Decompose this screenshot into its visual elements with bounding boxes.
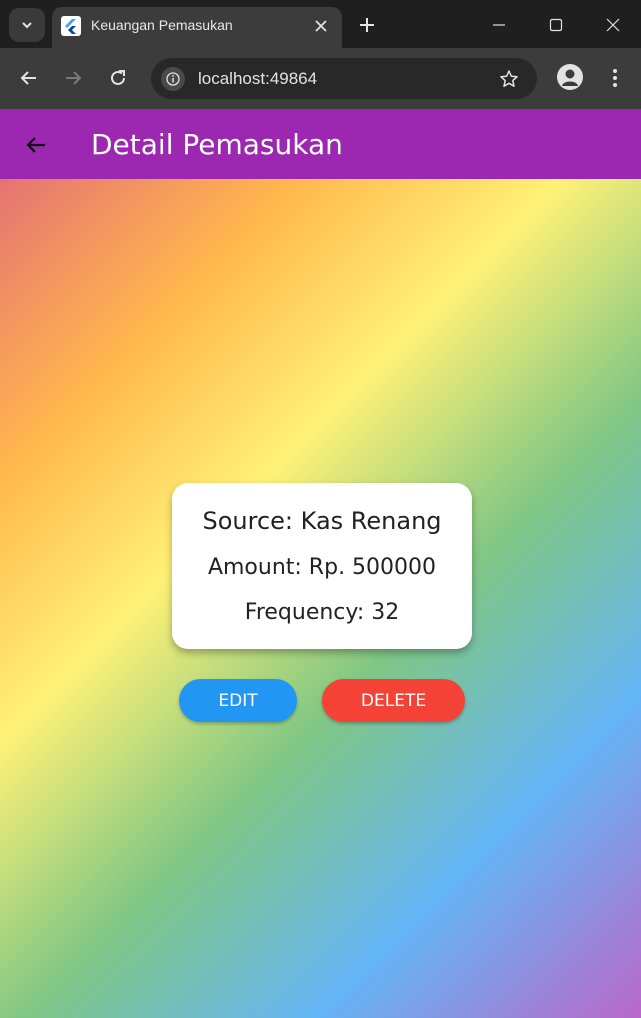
arrow-left-icon (26, 137, 45, 153)
maximize-button[interactable] (536, 8, 576, 42)
browser-tab-strip: Keuangan Pemasukan (0, 0, 641, 48)
reload-button[interactable] (104, 64, 132, 92)
maximize-icon (549, 18, 563, 32)
arrow-left-icon (20, 71, 36, 85)
flutter-icon (61, 16, 81, 36)
edit-button[interactable]: EDIT (179, 679, 297, 722)
close-icon[interactable] (310, 15, 332, 37)
minimize-icon (493, 24, 505, 26)
delete-button[interactable]: DELETE (322, 679, 465, 722)
source-text: Source: Kas Renang (202, 507, 442, 535)
arrow-right-icon (66, 71, 82, 85)
app-bar: Detail Pemasukan (0, 109, 641, 179)
profile-button[interactable] (557, 64, 583, 90)
info-icon[interactable] (161, 67, 185, 91)
reload-icon (111, 70, 125, 85)
amount-text: Amount: Rp. 500000 (207, 555, 437, 580)
back-nav-button[interactable] (15, 64, 43, 92)
close-window-button[interactable] (593, 8, 633, 42)
forward-nav-button[interactable] (59, 64, 87, 92)
person-icon (562, 69, 578, 86)
tab-list-button[interactable] (9, 8, 45, 42)
star-icon[interactable] (497, 67, 521, 91)
new-tab-button[interactable] (355, 13, 379, 37)
content-area: Source: Kas Renang Amount: Rp. 500000 Fr… (0, 179, 641, 1018)
back-button[interactable] (18, 127, 54, 163)
chevron-down-icon (22, 22, 32, 29)
close-icon (606, 18, 620, 32)
address-bar[interactable]: localhost:49864 (151, 58, 537, 99)
tab-title: Keuangan Pemasukan (91, 17, 233, 33)
minimize-button[interactable] (479, 8, 519, 42)
detail-card: Source: Kas Renang Amount: Rp. 500000 Fr… (172, 483, 472, 649)
browser-toolbar: localhost:49864 (0, 48, 641, 109)
page-title: Detail Pemasukan (91, 128, 343, 161)
url-text[interactable]: localhost:49864 (198, 69, 317, 89)
kebab-menu-icon (613, 69, 617, 87)
plus-icon (360, 18, 374, 32)
browser-tab[interactable]: Keuangan Pemasukan (52, 7, 342, 48)
frequency-text: Frequency: 32 (244, 600, 400, 625)
browser-menu-button[interactable] (603, 64, 627, 92)
